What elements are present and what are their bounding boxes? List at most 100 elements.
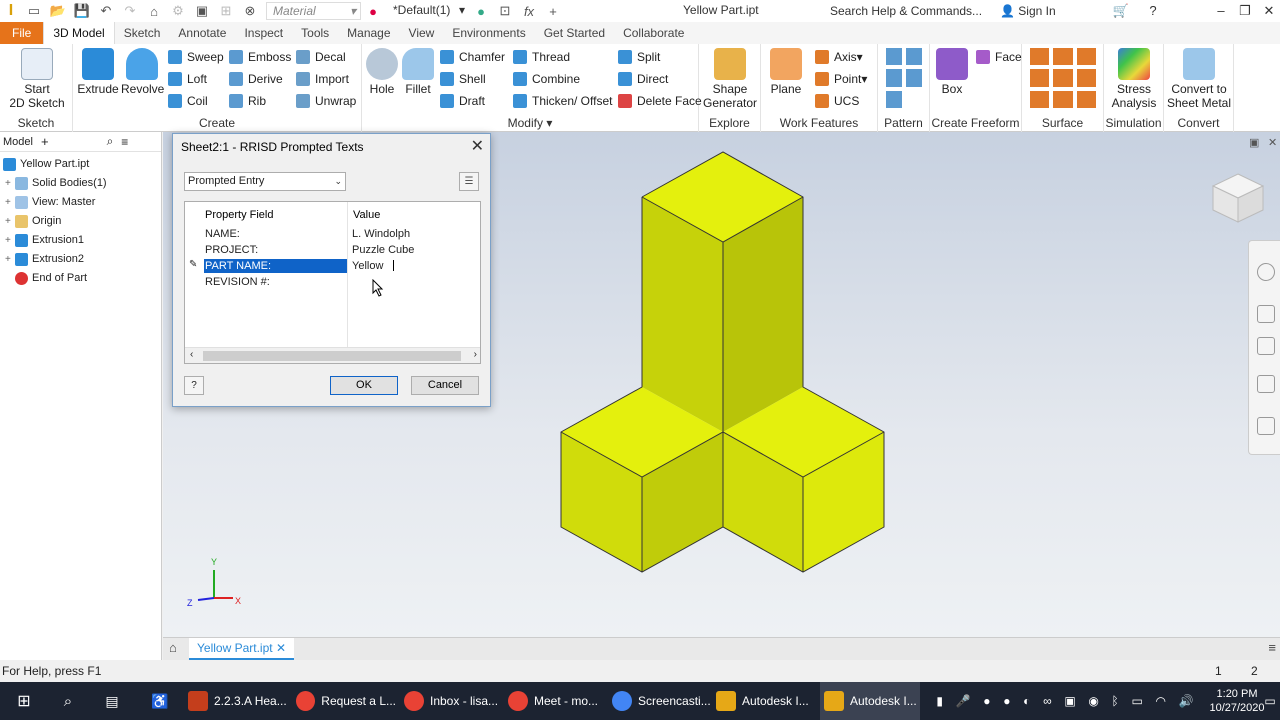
measure-icon[interactable]: ⊞ (216, 1, 236, 21)
extend-icon[interactable] (1076, 69, 1096, 87)
param-icon[interactable]: ⊡ (495, 1, 515, 21)
prompted-entry-select[interactable]: Prompted Entry ⌄ (184, 172, 346, 191)
extrude-button[interactable]: Extrude (77, 48, 119, 96)
tree-item-end-of-part[interactable]: End of Part (15, 269, 87, 288)
tray-icon[interactable]: ∞ (1043, 694, 1052, 708)
update-icon[interactable]: ⚙ (168, 1, 188, 21)
doc-tabs-menu-icon[interactable]: ≡ (1268, 640, 1276, 655)
taskbar-clock[interactable]: 1:20 PM 10/27/2020 (1209, 682, 1264, 720)
save-icon[interactable]: 💾 (72, 1, 92, 21)
group-modify-label[interactable]: Modify ▾ (362, 116, 698, 130)
mic-icon[interactable]: 🎤 (956, 694, 971, 708)
patch-icon[interactable] (1030, 69, 1050, 87)
redo-icon[interactable]: ↷ (120, 1, 140, 21)
horizontal-scrollbar[interactable]: ‹ › (185, 347, 480, 363)
accessibility-icon[interactable]: ♿ (150, 682, 170, 720)
delete-face-button[interactable]: Delete Face (618, 91, 702, 111)
expand-icon[interactable]: + (5, 231, 15, 250)
new-icon[interactable]: ▭ (24, 1, 44, 21)
decal-button[interactable]: Decal (296, 47, 346, 67)
pattern-more-icon[interactable] (886, 90, 902, 108)
stitch-icon[interactable] (1053, 48, 1073, 66)
tab-yellow-part[interactable]: Yellow Part.ipt ✕ (189, 638, 295, 660)
stress-analysis-button[interactable]: Stress Analysis (1106, 48, 1162, 110)
tab-manage[interactable]: Manage (338, 22, 399, 44)
undo-icon[interactable]: ↶ (96, 1, 116, 21)
thicken-surface-icon[interactable] (1030, 48, 1050, 66)
volume-icon[interactable]: 🔊 (1179, 694, 1194, 708)
import-button[interactable]: Import (296, 69, 349, 89)
sign-in-link[interactable]: 👤 Sign In (1000, 2, 1056, 20)
direct-button[interactable]: Direct (618, 69, 668, 89)
table-row[interactable]: REVISION #: (185, 273, 480, 289)
notifications-icon[interactable]: ▭ (1262, 682, 1278, 720)
tab-inspect[interactable]: Inspect (235, 22, 292, 44)
shape-generator-button[interactable]: Shape Generator (701, 48, 759, 110)
taskbar-chrome-4[interactable]: Screencasti... (612, 682, 712, 720)
coil-button[interactable]: Coil (168, 91, 208, 111)
derive-button[interactable]: Derive (229, 69, 283, 89)
browser-search-icon[interactable]: ⌕ (107, 134, 114, 149)
ruled-icon[interactable] (1030, 90, 1050, 108)
taskbar-powerpoint[interactable]: 2.2.3.A Hea... (188, 682, 288, 720)
close-button[interactable]: ✕ (1256, 0, 1280, 22)
taskbar-chrome-2[interactable]: Inbox - lisa... (404, 682, 504, 720)
tab-collaborate[interactable]: Collaborate (614, 22, 693, 44)
steering-wheel-icon[interactable] (1257, 263, 1275, 281)
tab-view[interactable]: View (400, 22, 444, 44)
repair-icon[interactable] (1076, 90, 1096, 108)
system-tray[interactable]: ▮ 🎤 ● ● ◐ ∞ ▣ ◉ ᛒ ▭ ◠ 🔊 (930, 682, 1200, 720)
scrollbar-thumb[interactable] (203, 351, 461, 361)
axis-button[interactable]: Axis ▾ (815, 47, 863, 67)
box-button[interactable]: Box (934, 48, 970, 96)
scroll-right-icon[interactable]: › (474, 349, 477, 360)
row-value[interactable]: Puzzle Cube (352, 243, 414, 257)
tab-annotate[interactable]: Annotate (169, 22, 235, 44)
windows-start-icon[interactable]: ⊞ (12, 682, 36, 720)
replace-face-icon[interactable] (1053, 90, 1073, 108)
expand-icon[interactable]: + (5, 193, 15, 212)
thicken-offset-button[interactable]: Thicken/ Offset (513, 91, 612, 111)
task-view-icon[interactable]: ▤ (102, 682, 122, 720)
sketch-pattern-icon[interactable] (906, 69, 922, 87)
unwrap-button[interactable]: Unwrap (296, 91, 356, 111)
tray-icon[interactable]: ◉ (1088, 694, 1098, 708)
color-icon[interactable]: ● (471, 1, 491, 21)
tab-sketch[interactable]: Sketch (115, 22, 170, 44)
taskbar-chrome-3[interactable]: Meet - mo... (508, 682, 608, 720)
tray-icon[interactable]: ● (1003, 694, 1010, 708)
help-icon[interactable]: ? (1140, 0, 1166, 22)
browser-title[interactable]: Model (3, 136, 33, 148)
select-icon[interactable]: ▣ (192, 1, 212, 21)
viewport-maximize-icon[interactable]: ▣ (1249, 136, 1259, 149)
properties-icon[interactable]: ☰ (459, 172, 479, 191)
face-button[interactable]: Face (976, 47, 1022, 67)
cart-icon[interactable]: 🛒 (1108, 0, 1134, 22)
tab-3d-model[interactable]: 3D Model (43, 22, 115, 44)
tree-item-view-master[interactable]: + View: Master (5, 193, 95, 212)
browser-add-icon[interactable]: + (41, 134, 49, 149)
draft-button[interactable]: Draft (440, 91, 485, 111)
tree-item-origin[interactable]: + Origin (5, 212, 61, 231)
tree-item-solid-bodies[interactable]: + Solid Bodies(1) (5, 174, 107, 193)
tab-get-started[interactable]: Get Started (535, 22, 614, 44)
thread-button[interactable]: Thread (513, 47, 570, 67)
cancel-button[interactable]: Cancel (411, 376, 479, 395)
tab-tools[interactable]: Tools (292, 22, 338, 44)
pan-icon[interactable] (1257, 305, 1275, 323)
tray-icon[interactable]: ● (983, 694, 990, 708)
expand-icon[interactable]: + (5, 250, 15, 269)
rib-button[interactable]: Rib (229, 91, 266, 111)
sculpt-icon[interactable] (1076, 48, 1096, 66)
minimize-button[interactable]: – (1208, 0, 1234, 22)
point-button[interactable]: Point ▾ (815, 69, 867, 89)
trim-icon[interactable] (1053, 69, 1073, 87)
tree-item-part[interactable]: Yellow Part.ipt (3, 155, 89, 174)
loft-button[interactable]: Loft (168, 69, 207, 89)
taskbar-autodesk-1[interactable]: Autodesk I... (716, 682, 816, 720)
search-help-input[interactable]: Search Help & Commands... (818, 2, 993, 20)
tab-file[interactable]: File (0, 22, 44, 44)
tab-environments[interactable]: Environments (443, 22, 534, 44)
tree-item-extrusion1[interactable]: + Extrusion1 (5, 231, 84, 250)
home-tab-icon[interactable]: ⌂ (169, 640, 177, 655)
